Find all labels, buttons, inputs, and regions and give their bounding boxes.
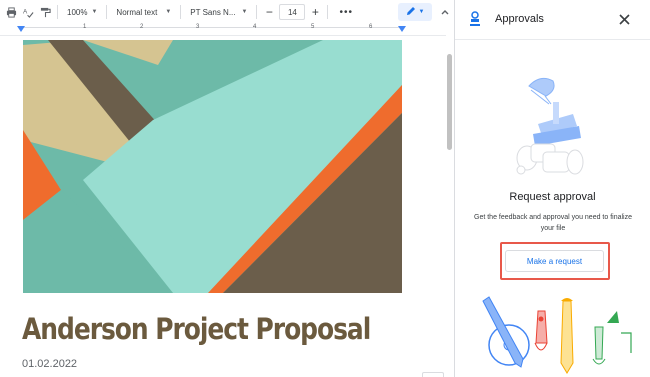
close-icon[interactable] <box>616 11 632 27</box>
chevron-down-icon: ▼ <box>418 9 425 15</box>
toolbar: A 100% ▼ Normal text ▼ PT Sans N... ▼ − … <box>0 0 454 24</box>
print-icon[interactable] <box>4 5 18 19</box>
left-indent-marker[interactable] <box>17 26 25 32</box>
font-size-input[interactable]: 14 <box>279 4 306 20</box>
page-corner <box>422 372 444 377</box>
approvals-icon <box>468 11 482 32</box>
toolbar-divider <box>106 5 108 19</box>
pencil-icon <box>406 3 416 21</box>
chevron-down-icon: ▼ <box>91 9 98 15</box>
svg-text:A: A <box>23 8 28 15</box>
decrease-font-size-button[interactable]: − <box>262 5 276 19</box>
ruler-number: 5 <box>311 24 315 30</box>
panel-header: Approvals <box>455 0 650 40</box>
spellcheck-icon[interactable]: A <box>21 5 35 19</box>
zoom-select[interactable]: 100% ▼ <box>63 3 101 21</box>
increase-font-size-button[interactable]: + <box>308 5 322 19</box>
toolbar-divider <box>256 5 258 19</box>
approvals-panel: Approvals Request approval Get the feedb… <box>454 0 650 377</box>
editing-mode-button[interactable]: ▼ <box>398 3 432 21</box>
ruler-number: 4 <box>253 24 257 30</box>
header-image[interactable] <box>23 40 402 293</box>
zoom-value: 100% <box>67 7 88 17</box>
toolbar-divider <box>180 5 182 19</box>
request-approval-description: Get the feedback and approval you need t… <box>474 214 632 232</box>
document-title[interactable]: Anderson Project Proposal <box>22 312 371 346</box>
request-approval-heading: Request approval <box>509 191 596 203</box>
panel-title: Approvals <box>495 13 544 25</box>
collapse-icon[interactable] <box>438 5 452 19</box>
make-request-button[interactable]: Make a request <box>505 250 604 272</box>
more-options-button[interactable]: ••• <box>339 7 353 18</box>
chevron-down-icon: ▼ <box>165 9 172 15</box>
document-date[interactable]: 01.02.2022 <box>22 358 77 370</box>
style-value: Normal text <box>116 7 158 17</box>
ruler-number: 3 <box>196 24 200 30</box>
chevron-down-icon: ▼ <box>241 9 248 15</box>
toolbar-divider <box>327 5 329 19</box>
ruler: 1 2 3 4 5 6 <box>0 24 446 36</box>
scrollbar-thumb[interactable] <box>447 54 452 150</box>
approval-illustration <box>513 76 593 186</box>
ruler-number: 6 <box>369 24 373 30</box>
toolbar-divider <box>57 5 58 19</box>
paint-format-icon[interactable] <box>38 5 52 19</box>
ruler-number: 2 <box>140 24 144 30</box>
document-canvas: Anderson Project Proposal 01.02.2022 <box>0 37 446 377</box>
font-select[interactable]: PT Sans N... ▼ <box>186 3 251 21</box>
pens-illustration <box>475 293 635 377</box>
font-value: PT Sans N... <box>190 7 236 17</box>
ruler-track <box>22 27 402 34</box>
document-scrollbar[interactable] <box>446 24 454 377</box>
right-indent-marker[interactable] <box>398 26 406 32</box>
ruler-number: 1 <box>83 24 87 30</box>
style-select[interactable]: Normal text ▼ <box>112 3 175 21</box>
